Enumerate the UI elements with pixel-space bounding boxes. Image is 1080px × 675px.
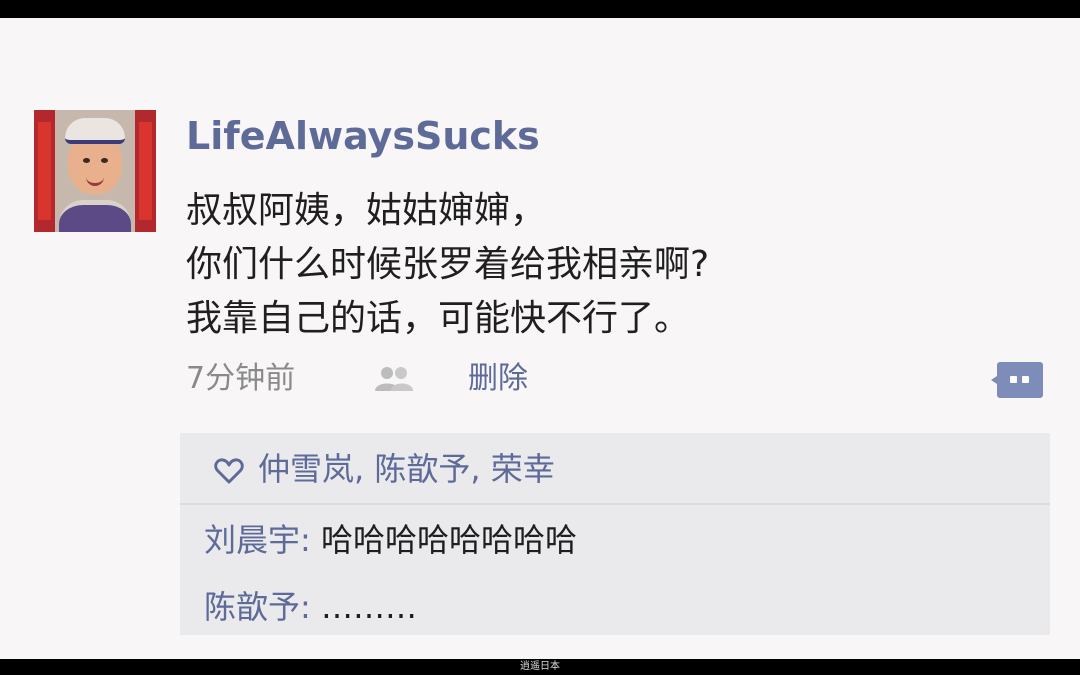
avatar-scroll-left	[38, 122, 51, 220]
comment-author[interactable]: 陈歆予:	[204, 588, 311, 626]
friends-icon[interactable]	[372, 366, 416, 392]
avatar-portrait	[55, 110, 135, 232]
post-body-line: 我靠自己的话，可能快不行了。	[186, 298, 691, 339]
post-username[interactable]: LifeAlwaysSucks	[186, 114, 540, 158]
comment-item: 刘晨宇: 哈哈哈哈哈哈哈哈	[204, 517, 577, 563]
likes-names[interactable]: 仲雪岚, 陈歆予, 荣幸	[258, 450, 555, 488]
watermark-text: 逍遥日本	[520, 661, 560, 672]
comment-item: 陈歆予: ………	[204, 584, 417, 630]
comment-text: ………	[310, 588, 417, 626]
post-body: 叔叔阿姨，姑姑婶婶， 你们什么时候张罗着给我相亲啊? 我靠自己的话，可能快不行了…	[186, 184, 709, 346]
comment-author[interactable]: 刘晨宇:	[204, 521, 311, 559]
delete-link[interactable]: 删除	[468, 360, 528, 398]
user-avatar[interactable]	[34, 110, 156, 232]
avatar-eye-right	[101, 158, 108, 163]
comment-icon[interactable]	[990, 360, 1044, 400]
comment-text: 哈哈哈哈哈哈哈哈	[310, 521, 577, 559]
avatar-robe	[59, 200, 131, 232]
post-timestamp: 7分钟前	[186, 361, 296, 396]
top-letterbox-bar	[0, 0, 1080, 18]
post-body-line: 你们什么时候张罗着给我相亲啊?	[186, 244, 710, 285]
post-body-line: 叔叔阿姨，姑姑婶婶，	[186, 190, 547, 231]
panel-divider	[180, 503, 1050, 505]
avatar-scroll-right	[139, 122, 152, 220]
heart-icon	[214, 458, 244, 484]
avatar-eye-left	[83, 158, 90, 163]
avatar-hat	[65, 118, 125, 144]
likes-row: 仲雪岚, 陈歆予, 荣幸	[214, 446, 555, 492]
